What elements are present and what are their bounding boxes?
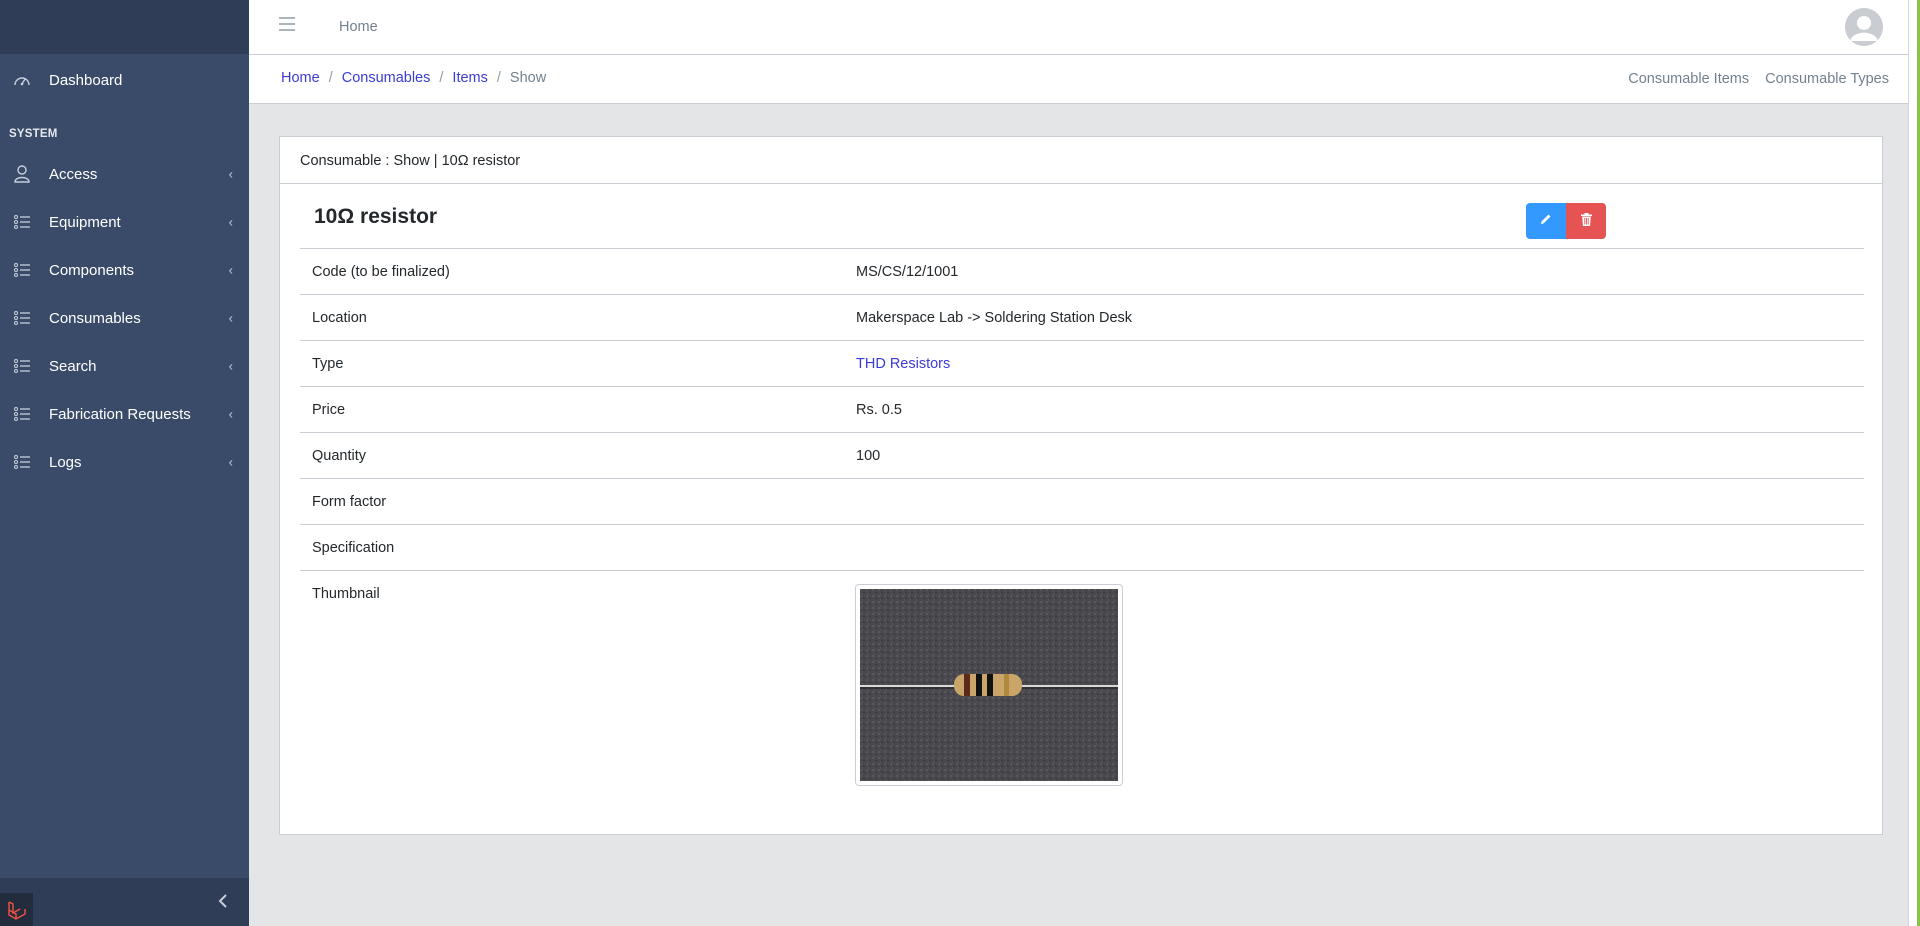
sidebar-item-components[interactable]: Components ‹ — [0, 246, 249, 294]
sidebar-section-title: SYSTEM — [9, 128, 58, 140]
list-icon — [12, 308, 32, 328]
sidebar-item-label: Logs — [49, 453, 82, 471]
breadcrumb-separator: / — [328, 70, 333, 86]
chevron-left-icon: ‹ — [228, 214, 233, 230]
breadcrumb-active: Show — [509, 70, 547, 86]
list-icon — [12, 260, 32, 280]
chevron-left-icon: ‹ — [228, 166, 233, 182]
row-key: Form factor — [300, 478, 844, 525]
sidebar-item-access[interactable]: Access ‹ — [0, 150, 249, 198]
row-value — [844, 478, 1864, 525]
chevron-left-icon: ‹ — [228, 262, 233, 278]
sidebar-item-label: Components — [49, 261, 135, 279]
row-value: THD Resistors — [844, 340, 1864, 387]
vertical-scrollbar[interactable] — [1908, 0, 1920, 926]
row-key: Quantity — [300, 432, 844, 479]
delete-button[interactable] — [1566, 203, 1606, 239]
type-link[interactable]: THD Resistors — [856, 356, 950, 372]
row-value: Rs. 0.5 — [844, 386, 1864, 433]
trash-icon — [1580, 212, 1592, 230]
table-row: Code (to be finalized) MS/CS/12/1001 — [300, 248, 1864, 295]
speedometer-icon — [12, 70, 32, 90]
chevron-left-icon: ‹ — [228, 406, 233, 422]
card-header: Consumable : Show | 10Ω resistor — [280, 137, 1882, 184]
list-icon — [12, 404, 32, 424]
row-value: 100 — [844, 432, 1864, 479]
breadcrumb-menu: Consumable Items Consumable Types — [1628, 71, 1889, 87]
sidebar: Dashboard SYSTEM Access ‹ Equipment ‹ Co… — [0, 0, 249, 926]
row-value — [844, 524, 1864, 571]
table-row: Price Rs. 0.5 — [300, 386, 1864, 433]
breadcrumb: Home / Consumables / Items / Show — [281, 70, 546, 86]
sidebar-item-label: Search — [49, 357, 97, 375]
item-title: 10Ω resistor — [314, 205, 438, 228]
chevron-left-icon: ‹ — [228, 310, 233, 326]
list-icon — [12, 212, 32, 232]
user-icon — [12, 164, 32, 184]
row-key: Specification — [300, 524, 844, 571]
sidebar-item-dashboard[interactable]: Dashboard — [0, 56, 249, 104]
hamburger-menu-icon[interactable] — [279, 16, 297, 36]
sidebar-item-fabrication-requests[interactable]: Fabrication Requests ‹ — [0, 390, 249, 438]
breadcrumb-consumables[interactable]: Consumables — [342, 70, 431, 86]
table-row: Specification — [300, 524, 1864, 571]
list-icon — [12, 452, 32, 472]
pencil-icon — [1540, 213, 1552, 229]
row-value: Makerspace Lab -> Soldering Station Desk — [844, 294, 1864, 341]
sidebar-nav: Dashboard SYSTEM Access ‹ Equipment ‹ Co… — [0, 56, 249, 486]
consumable-types-link[interactable]: Consumable Types — [1765, 71, 1889, 87]
table-row: Type THD Resistors — [300, 340, 1864, 387]
chevron-left-icon: ‹ — [228, 358, 233, 374]
sidebar-item-logs[interactable]: Logs ‹ — [0, 438, 249, 486]
chevron-left-icon: ‹ — [228, 454, 233, 470]
details-table: Code (to be finalized) MS/CS/12/1001 Loc… — [300, 248, 1864, 801]
sidebar-item-label: Fabrication Requests — [49, 405, 191, 423]
laravel-logo-icon — [0, 893, 33, 926]
table-row: Form factor — [300, 478, 1864, 525]
breadcrumb-bar: Home / Consumables / Items / Show Consum… — [249, 55, 1908, 104]
row-key: Location — [300, 294, 844, 341]
sidebar-item-label: Dashboard — [49, 71, 123, 89]
action-button-group — [1526, 203, 1606, 239]
row-value: MS/CS/12/1001 — [844, 248, 1864, 295]
row-key: Price — [300, 386, 844, 433]
row-key: Code (to be finalized) — [300, 248, 844, 295]
avatar[interactable] — [1845, 8, 1883, 46]
sidebar-brand[interactable] — [0, 0, 249, 54]
sidebar-item-label: Equipment — [49, 213, 121, 231]
list-icon — [12, 356, 32, 376]
sidebar-item-equipment[interactable]: Equipment ‹ — [0, 198, 249, 246]
consumable-card: Consumable : Show | 10Ω resistor 10Ω res… — [279, 136, 1883, 835]
breadcrumb-items[interactable]: Items — [452, 70, 487, 86]
header-home-link[interactable]: Home — [339, 19, 378, 35]
table-row: Thumbnail — [300, 570, 1864, 801]
breadcrumb-home[interactable]: Home — [281, 70, 320, 86]
thumbnail-image[interactable] — [855, 584, 1123, 786]
row-value — [844, 570, 1864, 801]
sidebar-item-consumables[interactable]: Consumables ‹ — [0, 294, 249, 342]
resistor-photo — [860, 589, 1118, 781]
sidebar-item-label: Access — [49, 165, 98, 183]
table-row: Quantity 100 — [300, 432, 1864, 479]
edit-button[interactable] — [1526, 203, 1566, 239]
row-key: Type — [300, 340, 844, 387]
sidebar-item-search[interactable]: Search ‹ — [0, 342, 249, 390]
breadcrumb-separator: / — [496, 70, 501, 86]
consumable-items-link[interactable]: Consumable Items — [1628, 71, 1749, 87]
table-row: Location Makerspace Lab -> Soldering Sta… — [300, 294, 1864, 341]
sidebar-footer — [0, 878, 249, 926]
breadcrumb-separator: / — [439, 70, 444, 86]
sidebar-minimizer-chevron-icon[interactable] — [213, 891, 233, 911]
top-header: Home — [249, 0, 1908, 55]
sidebar-item-label: Consumables — [49, 309, 141, 327]
row-key: Thumbnail — [300, 570, 844, 801]
